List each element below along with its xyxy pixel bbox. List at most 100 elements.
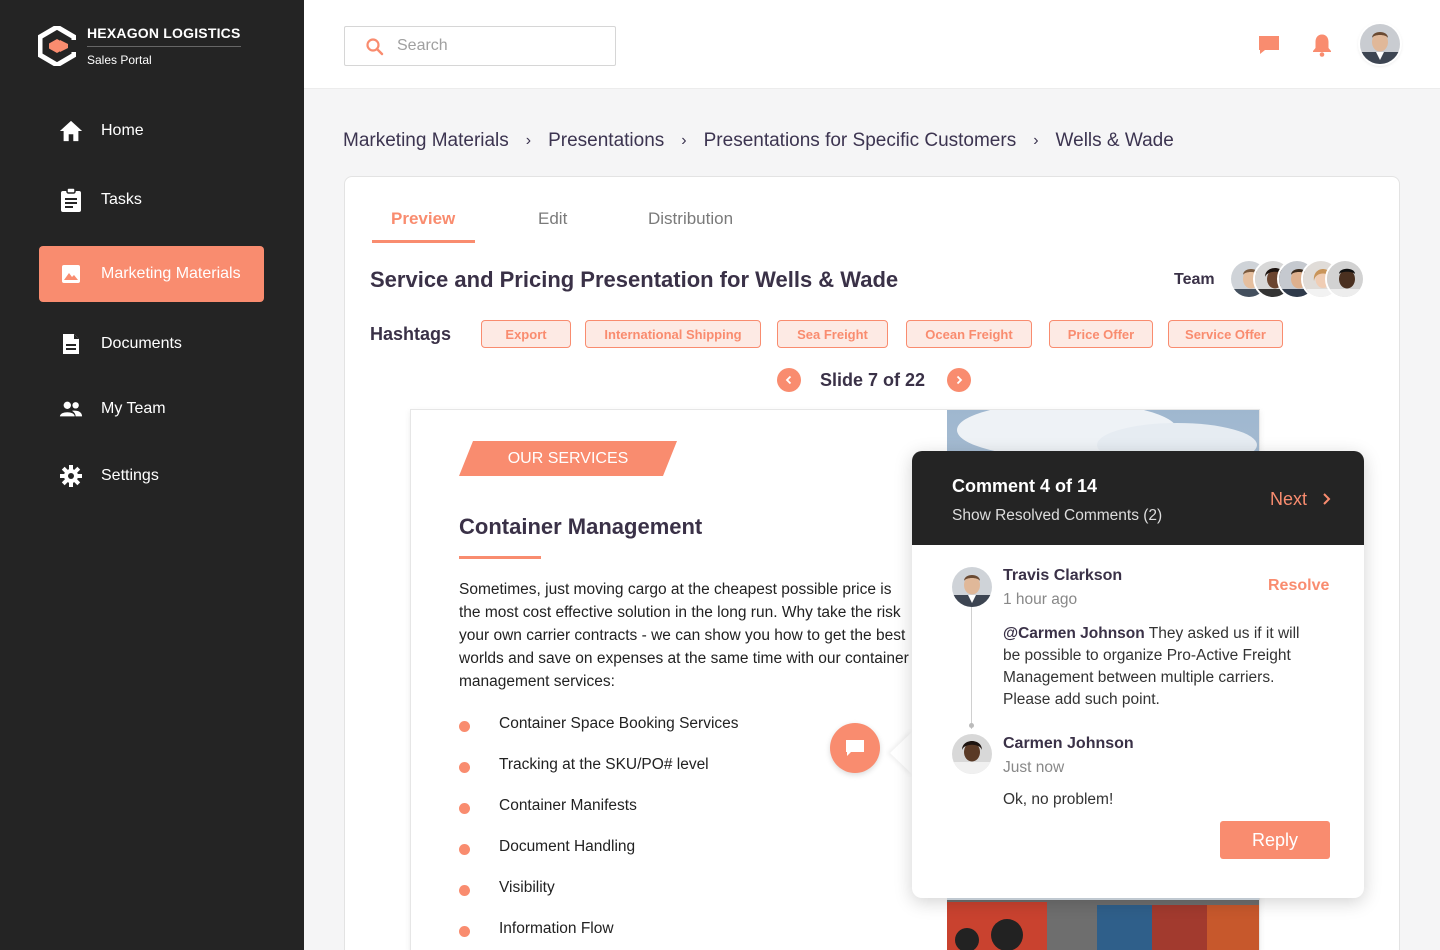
- search-box[interactable]: [344, 26, 616, 66]
- comment-author: Carmen Johnson: [1003, 735, 1134, 752]
- comment-author: Travis Clarkson: [1003, 567, 1123, 584]
- body-line: your own carrier contracts - we can show…: [459, 627, 906, 644]
- commenter-avatar: [952, 567, 992, 607]
- comment-panel: Comment 4 of 14 Show Resolved Comments (…: [912, 451, 1364, 898]
- comment-text-line: Management between multiple carriers.: [1003, 669, 1275, 686]
- sidebar-item-marketing-materials[interactable]: Marketing Materials: [39, 246, 264, 302]
- sidebar-item-label: Home: [101, 122, 144, 139]
- user-avatar[interactable]: [1360, 24, 1400, 64]
- list-item: Container Manifests: [459, 797, 939, 821]
- chat-icon[interactable]: [1256, 32, 1282, 58]
- search-input[interactable]: [397, 36, 597, 56]
- list-item: Visibility: [459, 879, 939, 903]
- show-resolved-comments-link[interactable]: Show Resolved Comments (2): [952, 507, 1162, 525]
- reply-button[interactable]: Reply: [1220, 821, 1330, 859]
- comment-time: Just now: [1003, 759, 1065, 776]
- hashtag-chip[interactable]: Export: [481, 320, 571, 348]
- slide-body-text: Sometimes, just moving cargo at the chea…: [459, 578, 929, 693]
- comment-panel-pointer: [890, 731, 913, 775]
- bullet-text: Visibility: [499, 879, 555, 896]
- body-line: the most cost effective solution in the …: [459, 604, 901, 621]
- brand-name: HEXAGON LOGISTICS: [87, 25, 241, 47]
- slide-heading: Container Management: [459, 514, 703, 539]
- top-header: [304, 0, 1440, 89]
- hashtag-chip[interactable]: Sea Freight: [777, 320, 888, 348]
- bullet-text: Document Handling: [499, 838, 636, 855]
- bullet-dot: [459, 762, 470, 773]
- active-tab-indicator: [372, 240, 475, 243]
- document-icon: [59, 332, 83, 356]
- thread-connector-dot: [969, 723, 974, 728]
- next-comment-button[interactable]: Next: [1270, 489, 1307, 510]
- hashtag-chip[interactable]: International Shipping: [585, 320, 761, 348]
- sidebar-item-settings[interactable]: Settings: [39, 448, 264, 504]
- next-slide-button[interactable]: [947, 368, 971, 392]
- brand-subtitle: Sales Portal: [87, 53, 152, 67]
- tab-preview[interactable]: Preview: [391, 209, 455, 229]
- heading-underline: [459, 556, 541, 559]
- chevron-right-icon: ›: [1033, 132, 1039, 149]
- comment-mention[interactable]: @Carmen Johnson: [1003, 625, 1145, 642]
- tab-edit[interactable]: Edit: [538, 209, 567, 229]
- presentation-title: Service and Pricing Presentation for Wel…: [370, 267, 899, 292]
- comment-time: 1 hour ago: [1003, 591, 1078, 608]
- resolve-comment-button[interactable]: Resolve: [1268, 577, 1329, 595]
- bullet-text: Information Flow: [499, 920, 614, 937]
- chevron-left-icon: [785, 375, 792, 385]
- bullet-dot: [459, 885, 470, 896]
- list-item: Document Handling: [459, 838, 939, 862]
- bullet-dot: [459, 803, 470, 814]
- comment-marker-button[interactable]: [830, 723, 880, 773]
- chat-icon: [846, 740, 864, 756]
- hashtag-chip[interactable]: Ocean Freight: [906, 320, 1032, 348]
- home-icon: [59, 119, 83, 143]
- bullet-dot: [459, 844, 470, 855]
- brand-block: HEXAGON LOGISTICS Sales Portal: [87, 25, 241, 67]
- bullet-dot: [459, 721, 470, 732]
- team-member-avatar[interactable]: [1325, 259, 1365, 299]
- sidebar-item-label: Tasks: [101, 191, 142, 208]
- sidebar-item-documents[interactable]: Documents: [39, 316, 264, 372]
- list-item: Information Flow: [459, 920, 939, 944]
- team-label: Team: [1174, 271, 1215, 288]
- bullet-text: Container Space Booking Services: [499, 715, 739, 732]
- tab-distribution[interactable]: Distribution: [648, 209, 733, 229]
- slide-counter: Slide 7 of 22: [820, 370, 926, 390]
- breadcrumb-item[interactable]: Marketing Materials: [343, 130, 509, 152]
- commenter-avatar: [952, 734, 992, 774]
- body-line: worlds and save on expenses at the same …: [459, 650, 909, 667]
- team-icon: [59, 397, 83, 421]
- sidebar-item-home[interactable]: Home: [39, 103, 264, 159]
- sidebar-item-my-team[interactable]: My Team: [39, 381, 264, 437]
- comment-text-line: be possible to organize Pro-Active Freig…: [1003, 647, 1291, 664]
- team-avatars[interactable]: [1229, 259, 1379, 301]
- hashtag-chip[interactable]: Price Offer: [1049, 320, 1153, 348]
- chevron-right-icon[interactable]: [1320, 491, 1334, 507]
- breadcrumb-item-current[interactable]: Wells & Wade: [1056, 130, 1174, 152]
- hashtags-label: Hashtags: [370, 324, 452, 344]
- hexagon-logo-icon: [38, 26, 76, 66]
- clipboard-icon: [59, 188, 83, 212]
- hashtag-chip[interactable]: Service Offer: [1168, 320, 1283, 348]
- breadcrumb-item[interactable]: Presentations for Specific Customers: [704, 130, 1017, 152]
- sidebar: HEXAGON LOGISTICS Sales Portal Home Task…: [0, 0, 304, 950]
- search-icon: [366, 38, 384, 56]
- comment-text: @Carmen Johnson They asked us if it will…: [1003, 623, 1333, 711]
- thread-connector: [971, 603, 972, 729]
- comment-counter: Comment 4 of 14: [952, 476, 1098, 496]
- bullet-text: Tracking at the SKU/PO# level: [499, 756, 709, 773]
- breadcrumb: Marketing Materials › Presentations › Pr…: [343, 130, 1174, 152]
- body-line: Sometimes, just moving cargo at the chea…: [459, 581, 892, 598]
- sidebar-item-tasks[interactable]: Tasks: [39, 172, 264, 228]
- comment-panel-header: Comment 4 of 14 Show Resolved Comments (…: [912, 451, 1364, 545]
- chevron-right-icon: ›: [525, 132, 532, 149]
- bell-icon[interactable]: [1309, 32, 1335, 58]
- sidebar-item-label: My Team: [101, 400, 166, 417]
- previous-slide-button[interactable]: [777, 368, 801, 392]
- chevron-right-icon: [956, 375, 963, 385]
- gear-icon: [59, 464, 83, 488]
- breadcrumb-item[interactable]: Presentations: [548, 130, 664, 152]
- comment-text-line: They asked us if it will: [1148, 625, 1300, 642]
- sidebar-item-label: Marketing Materials: [101, 265, 241, 282]
- sidebar-item-label: Settings: [101, 467, 159, 484]
